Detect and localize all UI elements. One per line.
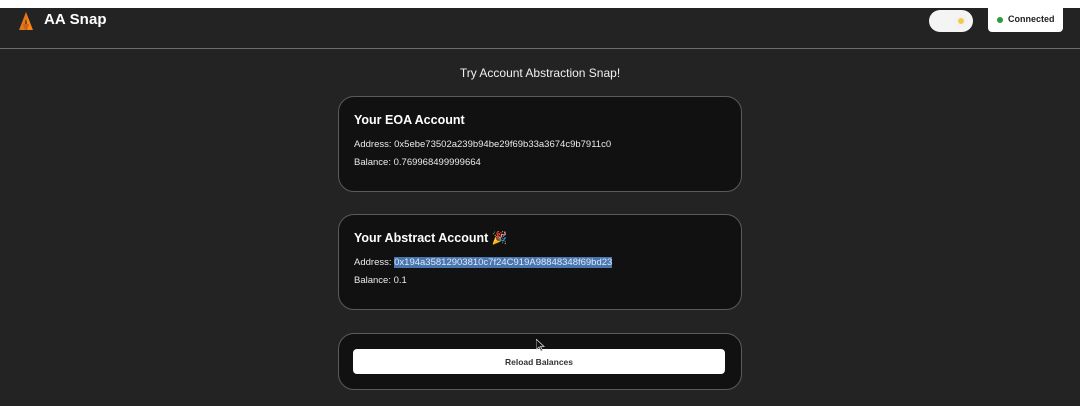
abstract-account-card: Your Abstract Account 🎉 Address: 0x194a3… xyxy=(338,214,742,310)
header-bar: AA Snap Connected xyxy=(0,8,1080,49)
eoa-balance-label: Balance: xyxy=(354,157,391,168)
sun-icon xyxy=(954,14,968,28)
page-subtitle: Try Account Abstraction Snap! xyxy=(459,66,621,80)
eoa-address-label: Address: xyxy=(354,139,392,150)
eoa-account-card: Your EOA Account Address: 0x5ebe73502a23… xyxy=(338,96,742,192)
abstract-balance-label: Balance: xyxy=(354,275,391,286)
party-popper-icon: 🎉 xyxy=(491,231,508,245)
abstract-address-label: Address: xyxy=(354,257,392,268)
status-dot-icon xyxy=(997,17,1003,23)
abstract-address-value[interactable]: 0x194a35812903810c7f24C919A98848348f69bd… xyxy=(394,257,613,268)
eoa-address-row: Address: 0x5ebe73502a239b94be29f69b33a36… xyxy=(354,139,611,150)
abstract-card-title-row: Your Abstract Account 🎉 xyxy=(354,231,507,246)
abstract-balance-value: 0.1 xyxy=(393,275,407,286)
app-window: AA Snap Connected Try Account Abstractio… xyxy=(0,8,1080,406)
eoa-balance-row: Balance: 0.769968499999664 xyxy=(354,157,481,168)
connection-status-text: Connected xyxy=(1008,14,1055,24)
mouse-cursor-icon xyxy=(536,339,545,352)
reload-balances-button[interactable]: Reload Balances xyxy=(353,349,725,374)
connection-status-badge: Connected xyxy=(988,8,1063,32)
eoa-balance-value: 0.769968499999664 xyxy=(393,157,481,168)
eoa-card-title: Your EOA Account xyxy=(354,113,465,127)
eoa-address-value[interactable]: 0x5ebe73502a239b94be29f69b33a3674c9b7911… xyxy=(394,139,611,150)
metamask-fox-icon xyxy=(19,12,33,30)
abstract-card-title: Your Abstract Account xyxy=(354,231,489,245)
abstract-address-row: Address: 0x194a35812903810c7f24C919A9884… xyxy=(354,257,613,268)
abstract-balance-row: Balance: 0.1 xyxy=(354,275,407,286)
theme-toggle[interactable] xyxy=(929,10,973,32)
app-title: AA Snap xyxy=(44,11,107,28)
